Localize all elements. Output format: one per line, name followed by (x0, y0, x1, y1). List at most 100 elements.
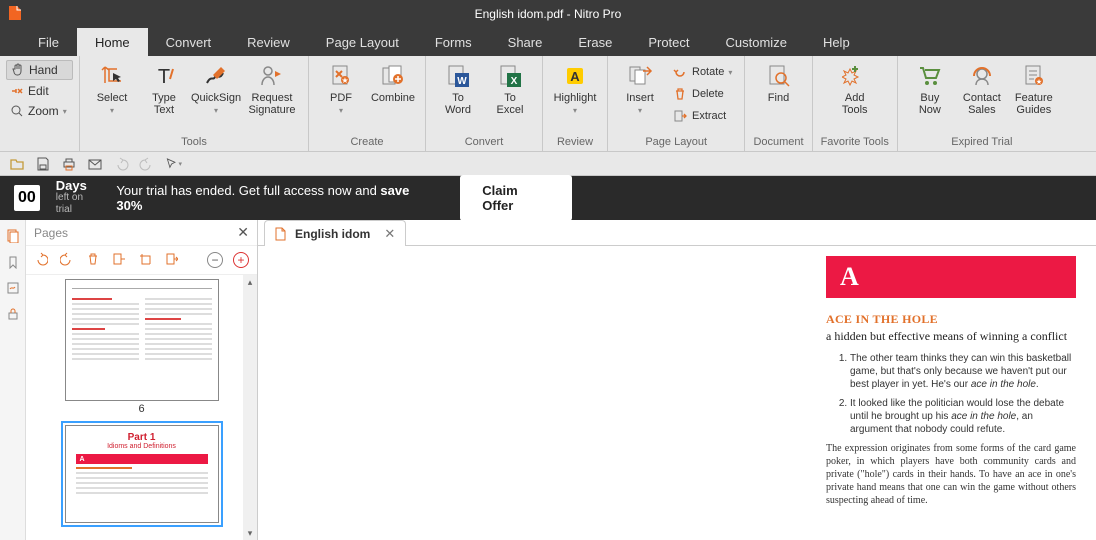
bookmarks-panel-icon[interactable] (5, 254, 21, 270)
highlight-icon: A (561, 62, 589, 90)
excel-icon: X (496, 62, 524, 90)
edit-label: Edit (28, 84, 49, 98)
rotate-left-icon[interactable] (34, 252, 50, 268)
svg-text:W: W (457, 76, 467, 87)
insert-page-icon[interactable] (164, 252, 180, 268)
request-signature-button[interactable]: Request Signature (244, 60, 300, 116)
zoom-tool[interactable]: Zoom ▾ (6, 102, 73, 120)
menu-customize[interactable]: Customize (708, 28, 805, 56)
crop-page-icon[interactable] (138, 252, 154, 268)
delete-button[interactable]: Delete (668, 84, 736, 104)
feature-guides-button[interactable]: ★Feature Guides (1010, 60, 1058, 116)
menu-erase[interactable]: Erase (560, 28, 630, 56)
trial-banner: 00 Days left on trial Your trial has end… (0, 176, 1096, 220)
scroll-up-icon[interactable]: ▴ (243, 275, 257, 289)
thumbnail-number-6: 6 (26, 403, 257, 415)
find-button[interactable]: Find (755, 60, 803, 104)
hand-tool[interactable]: Hand (6, 60, 73, 80)
document-tab[interactable]: English idom ✕ (264, 220, 406, 246)
workspace: Pages ✕ − + 6 Part 1 Idioms and Definiti… (0, 220, 1096, 540)
pages-panel: Pages ✕ − + 6 Part 1 Idioms and Definiti… (26, 220, 258, 540)
document-tab-label: English idom (295, 227, 370, 241)
signatures-panel-icon[interactable] (5, 280, 21, 296)
menu-help[interactable]: Help (805, 28, 868, 56)
find-icon (765, 62, 793, 90)
extract-button[interactable]: Extract (668, 106, 736, 126)
open-icon[interactable] (8, 155, 26, 173)
redo-icon (138, 155, 156, 173)
print-icon[interactable] (60, 155, 78, 173)
quicksign-button[interactable]: QuickSign▾ (192, 60, 240, 115)
hand-label: Hand (29, 63, 58, 77)
cart-icon (916, 62, 944, 90)
add-tools-icon (841, 62, 869, 90)
cursor-options-icon[interactable]: ▾ (164, 155, 182, 173)
group-convert: WTo Word XTo Excel Convert (426, 56, 543, 151)
menu-convert[interactable]: Convert (148, 28, 230, 56)
page-thumbnail-7[interactable]: Part 1 Idioms and Definitions A (65, 425, 219, 523)
example-list: The other team thinks they can win this … (826, 352, 1076, 436)
guides-icon: ★ (1020, 62, 1048, 90)
save-icon[interactable] (34, 155, 52, 173)
delete-page-icon[interactable] (86, 252, 102, 268)
extract-page-icon[interactable] (112, 252, 128, 268)
rotate-icon (672, 64, 688, 80)
zoom-in-icon[interactable]: + (233, 252, 249, 268)
claim-offer-button[interactable]: Claim Offer (460, 175, 572, 221)
tab-close-icon[interactable]: ✕ (384, 226, 395, 242)
trial-message: Your trial has ended. Get full access no… (116, 183, 428, 213)
svg-text:★: ★ (341, 76, 348, 85)
select-icon (98, 62, 126, 90)
insert-button[interactable]: Insert▾ (616, 60, 664, 115)
document-area: English idom ✕ A ACE IN THE HOLE a hidde… (258, 220, 1096, 540)
thumbnail-scrollbar[interactable]: ▴ ▾ (243, 275, 257, 540)
explanation: The expression originates from some form… (826, 442, 1076, 507)
pages-panel-close-icon[interactable]: ✕ (237, 224, 249, 241)
menu-share[interactable]: Share (490, 28, 561, 56)
security-panel-icon[interactable] (5, 306, 21, 322)
document-view[interactable]: A ACE IN THE HOLE a hidden but effective… (258, 246, 1096, 540)
edit-tool[interactable]: Edit (6, 82, 73, 100)
buy-now-button[interactable]: Buy Now (906, 60, 954, 116)
svg-text:A: A (570, 69, 580, 84)
to-word-button[interactable]: WTo Word (434, 60, 482, 116)
zoom-label: Zoom (28, 104, 59, 118)
svg-text:X: X (511, 76, 518, 87)
ribbon-quick-tools: Hand Edit Zoom ▾ (0, 56, 80, 151)
pdf-button[interactable]: ★PDF▾ (317, 60, 365, 115)
menu-protect[interactable]: Protect (630, 28, 707, 56)
days-block: Days left on trial (56, 180, 101, 216)
request-signature-icon (258, 62, 286, 90)
example-1: The other team thinks they can win this … (850, 352, 1076, 391)
page-thumbnail-6[interactable] (65, 279, 219, 401)
combine-button[interactable]: Combine (369, 60, 417, 104)
select-button[interactable]: Select▾ (88, 60, 136, 115)
zoom-out-icon[interactable]: − (207, 252, 223, 268)
menu-page-layout[interactable]: Page Layout (308, 28, 417, 56)
add-tools-button[interactable]: Add Tools (831, 60, 879, 116)
window-title: English idom.pdf - Nitro Pro (475, 7, 622, 21)
group-expired-trial: Buy Now Contact Sales ★Feature Guides Ex… (898, 56, 1066, 151)
combine-icon (379, 62, 407, 90)
type-text-button[interactable]: TType Text (140, 60, 188, 116)
example-2: It looked like the politician would lose… (850, 397, 1076, 436)
group-favorite-tools: Add Tools Favorite Tools (813, 56, 898, 151)
menu-file[interactable]: File (20, 28, 77, 56)
highlight-button[interactable]: AHighlight▾ (551, 60, 599, 115)
delete-icon (672, 86, 688, 102)
app-logo-icon (6, 4, 24, 22)
scroll-down-icon[interactable]: ▾ (243, 526, 257, 540)
menu-home[interactable]: Home (77, 28, 148, 56)
section-letter: A (826, 256, 1076, 298)
pages-panel-toolbar: − + (26, 246, 257, 275)
group-page-layout: Insert▾ Rotate ▾ Delete Extract Page Lay… (608, 56, 745, 151)
menu-forms[interactable]: Forms (417, 28, 490, 56)
pages-panel-icon[interactable] (5, 228, 21, 244)
rotate-right-icon[interactable] (60, 252, 76, 268)
email-icon[interactable] (86, 155, 104, 173)
rotate-button[interactable]: Rotate ▾ (668, 62, 736, 82)
pdf-tab-icon (273, 227, 287, 241)
contact-sales-button[interactable]: Contact Sales (958, 60, 1006, 116)
to-excel-button[interactable]: XTo Excel (486, 60, 534, 116)
menu-review[interactable]: Review (229, 28, 308, 56)
